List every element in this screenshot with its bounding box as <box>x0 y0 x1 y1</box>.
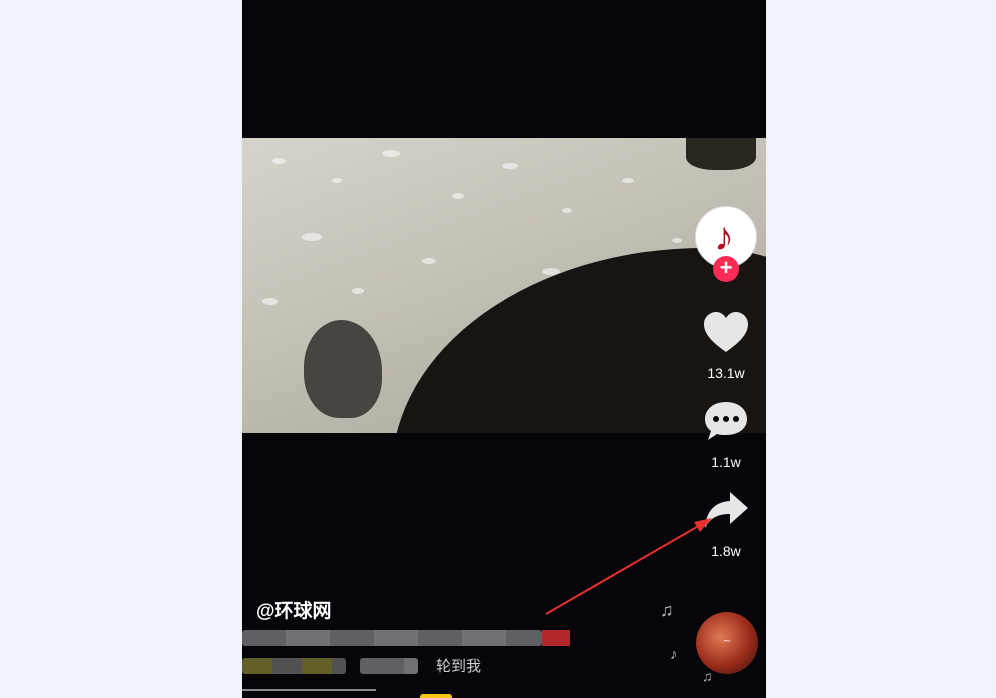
heart-icon <box>704 312 748 352</box>
caption-line-2b-blurred <box>360 658 418 674</box>
like-button[interactable]: 13.1w <box>694 310 758 381</box>
bottom-indicator <box>420 694 452 698</box>
comment-button[interactable]: 1.1w <box>694 399 758 470</box>
share-count: 1.8w <box>711 543 741 559</box>
share-icon <box>705 492 748 528</box>
action-sidebar: ♪ + 13.1w 1.1w 1.8w <box>694 206 758 559</box>
caption-line-2-blurred <box>242 658 346 674</box>
tiktok-note-icon: ♪ <box>714 215 734 259</box>
music-disc[interactable]: ~ <box>696 612 758 674</box>
share-button[interactable]: 1.8w <box>694 488 758 559</box>
comment-count: 1.1w <box>711 454 741 470</box>
video-player[interactable]: ♪ + 13.1w 1.1w 1.8w @环球网 轮到我 ♫ ♪ ♫ ~ <box>242 0 766 698</box>
music-note-icon-small: ♪ <box>670 646 678 663</box>
author-handle[interactable]: @环球网 <box>256 596 332 623</box>
follow-plus-button[interactable]: + <box>713 256 739 282</box>
music-note-icon-tiny: ♫ <box>702 668 713 684</box>
video-frame[interactable] <box>242 138 766 433</box>
music-note-icon: ♫ <box>660 600 674 620</box>
caption-line-1-blurred <box>242 630 542 646</box>
comment-icon <box>705 402 747 440</box>
caption-line-1-accent <box>542 630 570 646</box>
like-count: 13.1w <box>707 365 745 381</box>
music-disc-art: ~ <box>722 634 732 647</box>
caption-visible-text: 轮到我 <box>436 658 482 675</box>
animal-in-video <box>304 320 382 418</box>
video-progress-bar[interactable] <box>242 689 376 691</box>
